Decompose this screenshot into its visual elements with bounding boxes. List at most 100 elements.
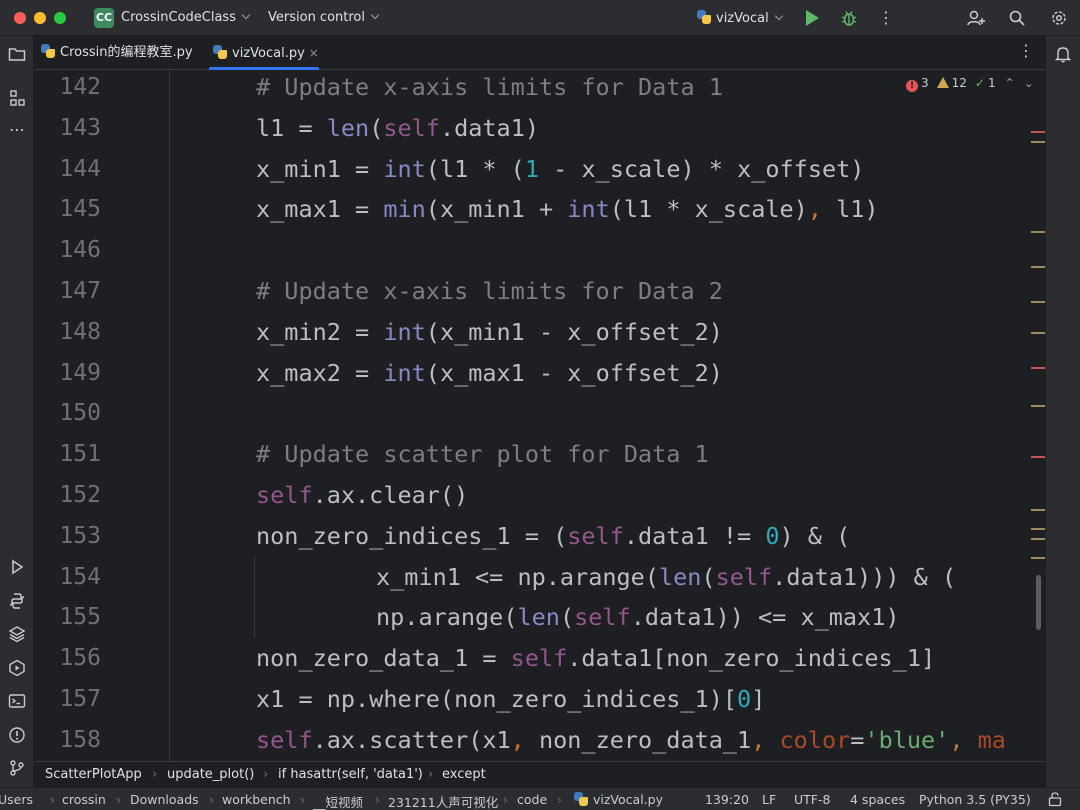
line-number[interactable]: 142 xyxy=(35,71,101,108)
line-separator[interactable]: LF xyxy=(762,792,776,807)
code-text[interactable]: # Update x-axis limits for Data 2 xyxy=(256,271,723,312)
project-badge[interactable]: CC xyxy=(94,8,114,28)
path-segment[interactable]: Users xyxy=(0,792,33,807)
code-line[interactable]: 153 non_zero_indices_1 = (self.data1 != 0… xyxy=(35,515,1045,557)
code-text[interactable]: x_max1 = min(x_min1 + int(l1 * x_scale),… xyxy=(256,189,879,230)
problems-icon[interactable] xyxy=(7,725,27,745)
next-problem-icon[interactable]: ⌄ xyxy=(1024,76,1034,90)
run-tool-icon[interactable] xyxy=(7,557,27,577)
warning-stripe-marker[interactable] xyxy=(1031,557,1045,559)
code-line[interactable]: 157 x1 = np.where(non_zero_indices_1)[0] xyxy=(35,679,1045,720)
warning-stripe-marker[interactable] xyxy=(1031,538,1045,540)
project-switcher[interactable]: CrossinCodeClass xyxy=(121,10,251,25)
zoom-window-button[interactable] xyxy=(54,12,66,24)
line-number[interactable]: 144 xyxy=(35,149,101,190)
line-number[interactable]: 153 xyxy=(35,516,101,557)
code-line[interactable]: 146 xyxy=(35,230,1045,271)
breadcrumb-item[interactable]: ScatterPlotApp xyxy=(45,767,142,782)
caret-position[interactable]: 139:20 xyxy=(705,792,749,807)
line-number[interactable]: 151 xyxy=(35,434,101,475)
run-configuration-selector[interactable]: vizVocal xyxy=(697,10,783,26)
code-text[interactable]: x_max2 = int(x_max1 - x_offset_2) xyxy=(256,353,723,394)
path-segment[interactable]: 231211人声可视化 xyxy=(388,792,498,810)
code-text[interactable]: x_min1 = int(l1 * (1 - x_scale) * x_offs… xyxy=(256,149,864,190)
breadcrumb-item[interactable]: if hasattr(self, 'data1') xyxy=(278,767,423,782)
search-icon[interactable] xyxy=(1007,8,1027,28)
code-line[interactable]: 155 np.arange(len(self.data1)) <= x_max1) xyxy=(35,597,1045,639)
warning-stripe-marker[interactable] xyxy=(1031,231,1045,233)
more-tools-icon[interactable]: ⋯ xyxy=(7,120,27,140)
line-number[interactable]: 150 xyxy=(35,393,101,434)
error-stripe-marker[interactable] xyxy=(1031,456,1045,458)
code-text[interactable]: np.arange(len(self.data1)) <= x_max1) xyxy=(376,597,900,638)
code-line[interactable]: 144 x_min1 = int(l1 * (1 - x_scale) * x_o… xyxy=(35,148,1045,190)
code-line[interactable]: 148 x_min2 = int(x_min1 - x_offset_2) xyxy=(35,311,1045,353)
code-line[interactable]: 143 l1 = len(self.data1) xyxy=(35,107,1045,149)
tab-crossin-file[interactable]: Crossin的编程教室.py xyxy=(41,36,193,70)
code-text[interactable]: x1 = np.where(non_zero_indices_1)[0] xyxy=(256,679,765,720)
more-actions-icon[interactable]: ⋮ xyxy=(878,8,894,28)
code-editor[interactable]: 142 # Update x-axis limits for Data 1 143 l… xyxy=(35,71,1045,761)
code-text[interactable]: x_min2 = int(x_min1 - x_offset_2) xyxy=(256,312,723,353)
line-number[interactable]: 146 xyxy=(35,230,101,271)
folder-icon[interactable] xyxy=(7,44,27,64)
line-number[interactable]: 157 xyxy=(35,679,101,720)
line-number[interactable]: 155 xyxy=(35,597,101,638)
path-segment[interactable]: workbench xyxy=(222,792,291,807)
minimize-window-button[interactable] xyxy=(34,12,46,24)
line-number[interactable]: 156 xyxy=(35,638,101,679)
indent-setting[interactable]: 4 spaces xyxy=(850,792,905,807)
warning-stripe-marker[interactable] xyxy=(1031,141,1045,143)
code-line[interactable]: 147 # Update x-axis limits for Data 2 xyxy=(35,271,1045,312)
debug-icon[interactable] xyxy=(840,9,858,27)
path-file[interactable]: vizVocal.py xyxy=(574,792,663,807)
tab-vizvocal-file[interactable]: vizVocal.py × xyxy=(213,36,319,70)
path-segment[interactable]: Downloads xyxy=(130,792,199,807)
close-window-button[interactable] xyxy=(14,12,26,24)
previous-problem-icon[interactable]: ⌃ xyxy=(1005,76,1015,90)
code-line[interactable]: 149 x_max2 = int(x_max1 - x_offset_2) xyxy=(35,352,1045,394)
warning-stripe-marker[interactable] xyxy=(1031,405,1045,407)
breadcrumb-item[interactable]: except xyxy=(442,767,486,782)
code-text[interactable]: # Update x-axis limits for Data 1 xyxy=(256,71,723,108)
notifications-bell-icon[interactable] xyxy=(1053,44,1073,64)
line-number[interactable]: 152 xyxy=(35,475,101,516)
line-number[interactable]: 158 xyxy=(35,720,101,761)
git-branch-icon[interactable] xyxy=(7,758,27,778)
services-icon[interactable] xyxy=(7,658,27,678)
python-interpreter[interactable]: Python 3.5 (PY35) xyxy=(919,792,1031,807)
line-number[interactable]: 149 xyxy=(35,353,101,394)
terminal-icon[interactable] xyxy=(7,691,27,711)
code-text[interactable]: # Update scatter plot for Data 1 xyxy=(256,434,709,475)
code-line[interactable]: 154 x_min1 <= np.arange(len(self.data1)))… xyxy=(35,556,1045,598)
warning-stripe-marker[interactable] xyxy=(1031,509,1045,511)
file-encoding[interactable]: UTF-8 xyxy=(794,792,830,807)
line-number[interactable]: 147 xyxy=(35,271,101,312)
settings-gear-icon[interactable] xyxy=(1049,8,1069,28)
structure-icon[interactable] xyxy=(7,88,27,108)
line-number[interactable]: 148 xyxy=(35,312,101,353)
code-line[interactable]: 158 self.ax.scatter(x1, non_zero_data_1, … xyxy=(35,719,1045,761)
add-user-icon[interactable] xyxy=(966,8,986,28)
warning-stripe-marker[interactable] xyxy=(1031,266,1045,268)
inspection-widget[interactable]: ! 3 12 ✓ 1 ⌃ ⌄ xyxy=(906,76,1034,92)
code-text[interactable]: l1 = len(self.data1) xyxy=(256,108,539,149)
code-line[interactable]: 156 non_zero_data_1 = self.data1[non_zero… xyxy=(35,638,1045,679)
path-segment[interactable]: crossin xyxy=(62,792,106,807)
warning-stripe-marker[interactable] xyxy=(1031,528,1045,530)
warning-stripe-marker[interactable] xyxy=(1031,332,1045,334)
path-segment[interactable]: __短视频 xyxy=(313,792,363,810)
error-stripe-marker[interactable] xyxy=(1031,131,1045,133)
path-segment[interactable]: code xyxy=(517,792,547,807)
code-line[interactable]: 152 self.ax.clear() xyxy=(35,475,1045,516)
run-icon[interactable] xyxy=(806,10,819,26)
layers-icon[interactable] xyxy=(7,624,27,644)
python-console-icon[interactable] xyxy=(7,591,27,611)
tab-options-icon[interactable]: ⋮ xyxy=(1018,41,1034,60)
line-number[interactable]: 143 xyxy=(35,108,101,149)
lock-icon[interactable] xyxy=(1047,791,1063,807)
code-text[interactable]: self.ax.clear() xyxy=(256,475,468,516)
warning-stripe-marker[interactable] xyxy=(1031,301,1045,303)
code-line[interactable]: 151 # Update scatter plot for Data 1 xyxy=(35,434,1045,475)
version-control-menu[interactable]: Version control xyxy=(268,10,380,25)
